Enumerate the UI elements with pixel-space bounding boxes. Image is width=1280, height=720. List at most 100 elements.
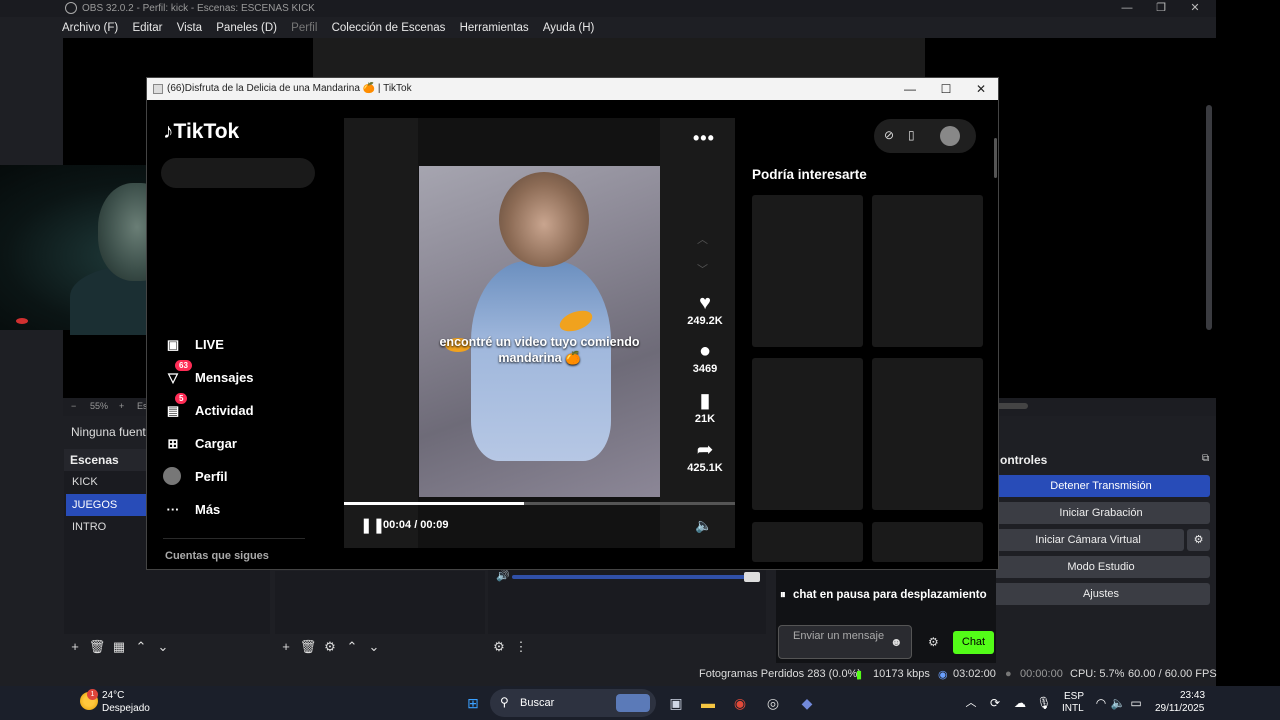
menu-herramientas[interactable]: Herramientas <box>460 18 529 38</box>
filter-icon[interactable]: ▦ <box>108 635 130 659</box>
browser-close-icon[interactable]: ✕ <box>964 78 998 100</box>
speaker-icon[interactable]: 🔈 <box>695 517 712 534</box>
more-dots-icon: ··· <box>166 502 180 517</box>
sources-toolbar: + 🗑 ⚙ ⌃ ⌄ <box>275 635 385 659</box>
video-frame[interactable]: encontré un video tuyo comiendo mandarin… <box>419 166 660 497</box>
prev-video-icon[interactable]: ︿ <box>697 231 708 247</box>
user-avatar[interactable] <box>940 126 960 146</box>
browser-scrollbar[interactable] <box>994 138 997 178</box>
start-virtual-camera-button[interactable]: Iniciar Cámara Virtual <box>992 529 1184 551</box>
close-icon[interactable]: ✕ <box>1178 0 1212 17</box>
scenes-toolbar: + 🗑 ▦ ⌃ ⌄ <box>64 635 174 659</box>
maximize-icon[interactable]: ❐ <box>1144 0 1178 17</box>
move-down-icon[interactable]: ⌄ <box>152 635 174 659</box>
save-button[interactable]: ▮ 21K <box>677 389 733 425</box>
video-more-icon[interactable]: ••• <box>693 128 715 149</box>
add-scene-button[interactable]: + <box>64 635 86 659</box>
tiktok-logo[interactable]: ♪TikTok <box>163 120 239 144</box>
virtual-camera-settings-icon[interactable]: ⚙ <box>1187 529 1210 551</box>
chat-paused-banner[interactable]: ⏸ chat en pausa para desplazamiento <box>780 589 992 602</box>
scene-kick[interactable]: KICK <box>66 471 146 493</box>
suggestion-thumb[interactable] <box>752 195 863 347</box>
stop-stream-button[interactable]: Detener Transmisión <box>992 475 1210 497</box>
video-caption: encontré un video tuyo comiendo mandarin… <box>439 335 640 365</box>
sync-icon[interactable]: ⟳ <box>985 693 1005 713</box>
file-explorer-icon[interactable]: ▬ <box>698 693 718 713</box>
video-side-right <box>660 118 735 548</box>
studio-mode-button[interactable]: Modo Estudio <box>992 556 1210 578</box>
menu-archivo[interactable]: Archivo (F) <box>62 18 118 38</box>
mixer-toolbar: ⚙ ⋮ <box>488 635 532 659</box>
video-progress-bar[interactable] <box>344 502 735 505</box>
menu-vista[interactable]: Vista <box>177 18 202 38</box>
settings-button[interactable]: Ajustes <box>992 583 1210 605</box>
obs-scrollbar[interactable] <box>1206 105 1212 330</box>
mic-icon[interactable]: 🎙 <box>1034 693 1054 713</box>
menu-editar[interactable]: Editar <box>132 18 162 38</box>
source-settings-icon[interactable]: ⚙ <box>319 635 341 659</box>
source-up-icon[interactable]: ⌃ <box>341 635 363 659</box>
clock-time[interactable]: 23:43 <box>1180 690 1205 701</box>
chrome-icon[interactable]: ◉ <box>730 693 750 713</box>
volume-icon-mixer[interactable]: 🔊 <box>496 569 510 582</box>
like-count: 249.2K <box>687 315 723 327</box>
start-recording-button[interactable]: Iniciar Grabación <box>992 502 1210 524</box>
tiktok-search-input[interactable] <box>161 158 315 188</box>
remove-scene-icon[interactable]: 🗑 <box>86 635 108 659</box>
browser-title: (66)Disfruta de la Delicia de una Mandar… <box>167 83 412 94</box>
mobile-icon[interactable]: ▯ <box>908 128 915 142</box>
browser-minimize-icon[interactable]: — <box>893 78 927 100</box>
clock-date[interactable]: 29/11/2025 <box>1155 703 1204 714</box>
emoji-icon[interactable]: ☻ <box>890 635 903 649</box>
signal-icon: ▮ <box>856 669 863 681</box>
compass-icon[interactable]: ⊘ <box>884 128 894 142</box>
zoom-out-button[interactable]: − <box>71 401 76 411</box>
discord-icon[interactable]: ◆ <box>797 693 817 713</box>
scene-intro[interactable]: INTRO <box>66 516 146 538</box>
pause-icon-chat: ⏸ <box>780 589 786 601</box>
share-button[interactable]: ➦ 425.1K <box>677 438 733 474</box>
bookmark-icon: ▮ <box>699 390 711 412</box>
add-source-button[interactable]: + <box>275 635 297 659</box>
menu-paneles[interactable]: Paneles (D) <box>216 18 277 38</box>
remove-source-icon[interactable]: 🗑 <box>297 635 319 659</box>
mixer-volume-slider[interactable] <box>512 575 758 579</box>
menu-perfil[interactable]: Perfil <box>291 18 317 38</box>
suggestion-thumb[interactable] <box>872 522 983 562</box>
comment-button[interactable]: ● 3469 <box>677 339 733 375</box>
mixer-settings-icon[interactable]: ⚙ <box>488 635 510 659</box>
scene-juegos[interactable]: JUEGOS <box>66 494 146 516</box>
undock-icon[interactable]: ⧉ <box>1202 453 1209 464</box>
next-video-icon[interactable]: ﹀ <box>697 261 708 277</box>
browser-maximize-icon[interactable]: ☐ <box>929 78 963 100</box>
source-down-icon[interactable]: ⌄ <box>363 635 385 659</box>
suggestion-thumb[interactable] <box>752 522 863 562</box>
mixer-menu-icon[interactable]: ⋮ <box>510 635 532 659</box>
heart-icon: ♥ <box>699 292 711 314</box>
keyboard-layout[interactable]: INTL <box>1062 703 1084 714</box>
chat-settings-icon[interactable]: ⚙ <box>928 635 939 649</box>
suggestion-thumb[interactable] <box>752 358 863 510</box>
language-code[interactable]: ESP <box>1064 691 1084 702</box>
windows-start-icon[interactable]: ⊞ <box>463 693 483 713</box>
battery-icon[interactable]: ▭ <box>1126 693 1146 713</box>
pause-icon[interactable]: ❚❚ <box>360 516 385 534</box>
tray-chevron-icon[interactable]: ︿ <box>961 693 981 713</box>
mixer-slider-handle[interactable] <box>744 572 760 582</box>
like-button[interactable]: ♥ 249.2K <box>677 291 733 327</box>
speaker-tray-icon[interactable]: 🔈 <box>1108 693 1128 713</box>
monkey-head <box>499 172 589 267</box>
task-view-icon[interactable]: ▣ <box>666 693 686 713</box>
chat-send-button[interactable]: Chat <box>953 631 994 654</box>
menu-coleccion[interactable]: Colección de Escenas <box>332 18 446 38</box>
move-up-icon[interactable]: ⌃ <box>130 635 152 659</box>
cloud-icon[interactable]: ☁ <box>1010 693 1030 713</box>
menu-ayuda[interactable]: Ayuda (H) <box>543 18 595 38</box>
suggestion-thumb[interactable] <box>872 195 983 347</box>
minimize-icon[interactable]: — <box>1110 0 1144 17</box>
taskbar-search[interactable]: ⚲ Buscar <box>490 689 656 717</box>
suggestion-thumb[interactable] <box>872 358 983 510</box>
chat-paused-text: chat en pausa para desplazamiento <box>792 589 987 601</box>
zoom-in-button[interactable]: + <box>119 401 124 411</box>
obs-taskbar-icon[interactable]: ◎ <box>763 693 783 713</box>
